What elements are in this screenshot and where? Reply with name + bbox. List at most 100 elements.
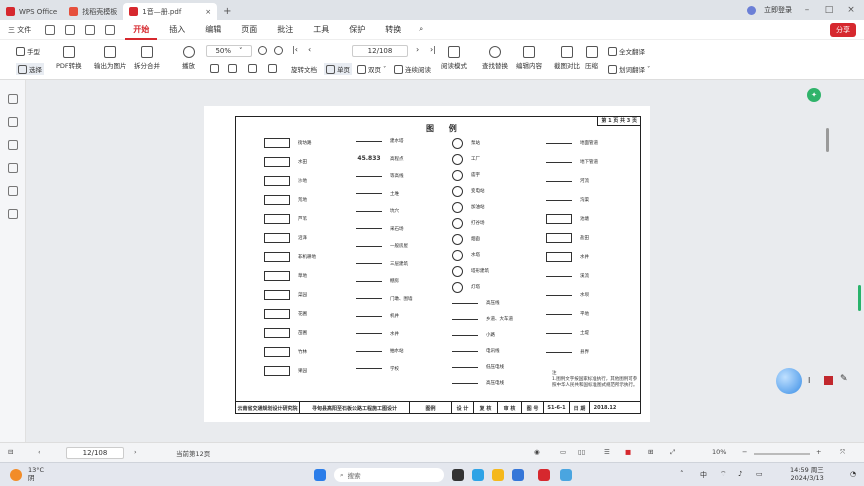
clock[interactable]: 14:59 周三 2024/3/13	[790, 466, 824, 482]
menu-convert[interactable]: 转换	[377, 20, 409, 40]
select-tool-button[interactable]: 选择	[16, 63, 44, 75]
new-file-icon[interactable]	[45, 24, 56, 35]
battery-icon[interactable]: ▭	[756, 470, 763, 478]
view-single-icon[interactable]: ▭	[560, 448, 566, 456]
menu-edit[interactable]: 编辑	[197, 20, 229, 40]
fit-window-icon[interactable]: ⤧	[840, 448, 845, 457]
vertical-scrollbar[interactable]	[826, 128, 829, 152]
screenshot-compare-button[interactable]: 截图对比	[554, 46, 580, 70]
app-taskbar-icon[interactable]	[560, 469, 572, 481]
actual-size-button[interactable]	[248, 64, 257, 73]
edit-content-button[interactable]: 编辑内容	[516, 46, 542, 70]
thumbnail-icon[interactable]	[8, 117, 18, 127]
next-page-icon[interactable]: ›	[416, 45, 419, 54]
menu-insert[interactable]: 插入	[161, 20, 193, 40]
hand-tool-button[interactable]: 手型	[16, 46, 40, 56]
fit-page-button[interactable]	[228, 64, 237, 73]
weather-widget[interactable]: 13°C 阴	[28, 466, 44, 482]
layers-icon[interactable]	[8, 209, 18, 219]
weather-icon[interactable]	[10, 469, 22, 481]
new-tab-button[interactable]: +	[223, 3, 231, 20]
tray-chevron-icon[interactable]: ˄	[680, 470, 684, 478]
assistant-ball-icon[interactable]	[776, 368, 802, 394]
wps-taskbar-icon[interactable]	[538, 469, 550, 481]
view-double-icon[interactable]: ▯▯	[578, 448, 585, 456]
export-image-button[interactable]: 输出为图片	[94, 46, 127, 70]
fullscreen-icon[interactable]: ⤢	[670, 448, 675, 457]
ai-assistant-icon[interactable]: ✦	[807, 88, 821, 102]
text-cursor-icon[interactable]: I	[808, 376, 810, 385]
file-explorer-icon[interactable]	[492, 469, 504, 481]
side-scroll-indicator[interactable]	[858, 285, 861, 311]
zoom-out-icon[interactable]	[258, 46, 267, 55]
undo-icon[interactable]	[105, 24, 116, 35]
word-translate-button[interactable]: 划词翻译 ˅	[608, 64, 650, 74]
signature-icon[interactable]	[8, 186, 18, 196]
next-page-status-icon[interactable]: ›	[134, 448, 137, 456]
page-input[interactable]: 12/108	[352, 45, 408, 57]
zoom-slider[interactable]	[754, 453, 810, 455]
store-icon[interactable]	[512, 469, 524, 481]
play-button[interactable]: 播放	[182, 46, 195, 70]
last-page-icon[interactable]: ›|	[430, 45, 436, 54]
minimize-icon[interactable]: –	[800, 5, 814, 15]
file-menu[interactable]: 三 文件	[8, 25, 31, 35]
find-replace-button[interactable]: 查找替换	[482, 46, 508, 70]
menu-tools[interactable]: 工具	[305, 20, 337, 40]
tab-pdf-document[interactable]: 1音—册.pdf ×	[123, 3, 218, 20]
network-icon[interactable]: ⌔	[720, 470, 727, 479]
pdf-status-icon[interactable]: ■	[625, 448, 631, 456]
tab-templates[interactable]: 找稻壳模板	[63, 3, 123, 20]
edge-icon[interactable]	[472, 469, 484, 481]
fit-icon[interactable]: ⊞	[648, 448, 653, 456]
menu-comment[interactable]: 批注	[269, 20, 301, 40]
notification-icon[interactable]: ◔	[850, 470, 856, 478]
fit-width-button[interactable]	[210, 64, 219, 73]
first-page-icon[interactable]: |‹	[292, 45, 298, 54]
pdf-convert-button[interactable]: PDF转换	[56, 46, 82, 70]
prev-page-status-icon[interactable]: ‹	[38, 448, 41, 456]
search-icon[interactable]: ⌕	[419, 25, 423, 34]
status-page-input[interactable]: 12/108	[66, 447, 124, 459]
input-method-icon[interactable]: 中	[700, 470, 707, 480]
zoom-out-status-icon[interactable]: −	[742, 448, 747, 456]
view-continuous-icon[interactable]: ☰	[604, 448, 610, 456]
task-view-icon[interactable]	[452, 469, 464, 481]
rotate-left-button[interactable]	[268, 64, 277, 73]
close-icon[interactable]: ×	[205, 8, 211, 16]
maximize-icon[interactable]: □	[822, 5, 836, 15]
comment-icon[interactable]	[8, 140, 18, 150]
color-swatch-icon[interactable]	[824, 376, 833, 385]
sidebar-toggle-icon[interactable]: ⊟	[8, 448, 13, 456]
pen-icon[interactable]: ✎	[840, 374, 848, 384]
menu-page[interactable]: 页面	[233, 20, 265, 40]
close-window-icon[interactable]: ×	[844, 5, 858, 15]
rotate-doc-button[interactable]: 旋转文档	[291, 64, 317, 74]
volume-icon[interactable]: ♪	[738, 470, 742, 478]
eye-icon[interactable]: ◉	[534, 448, 540, 456]
menu-home[interactable]: 开始	[125, 20, 158, 40]
open-file-icon[interactable]	[65, 24, 76, 35]
print-icon[interactable]	[85, 24, 96, 35]
prev-page-icon[interactable]: ‹	[308, 45, 311, 54]
zoom-status[interactable]: 10%	[712, 448, 726, 456]
full-translate-button[interactable]: 全文翻译	[608, 46, 645, 56]
bookmark-icon[interactable]	[8, 94, 18, 104]
compress-button[interactable]: 压缩	[585, 46, 598, 70]
avatar[interactable]	[747, 5, 756, 15]
single-page-button[interactable]: 单页	[324, 63, 352, 75]
zoom-in-icon[interactable]	[274, 46, 283, 55]
zoom-select[interactable]: 50% ˅	[206, 45, 252, 57]
taskbar-search[interactable]: ⌕ 搜索	[334, 468, 444, 482]
read-mode-button[interactable]: 阅读模式	[441, 46, 467, 70]
windows-start-icon[interactable]	[314, 469, 326, 481]
continuous-read-button[interactable]: 连续阅读	[394, 64, 431, 74]
login-link[interactable]: 立即登录	[764, 5, 792, 15]
split-merge-button[interactable]: 拆分合并	[134, 46, 160, 70]
menu-protect[interactable]: 保护	[341, 20, 373, 40]
zoom-in-status-icon[interactable]: +	[816, 448, 821, 456]
tab-wps-office[interactable]: WPS Office	[0, 3, 63, 20]
double-page-button[interactable]: 双页 ˅	[357, 64, 386, 74]
share-button[interactable]: 分享	[830, 22, 856, 37]
attachment-icon[interactable]	[8, 163, 18, 173]
